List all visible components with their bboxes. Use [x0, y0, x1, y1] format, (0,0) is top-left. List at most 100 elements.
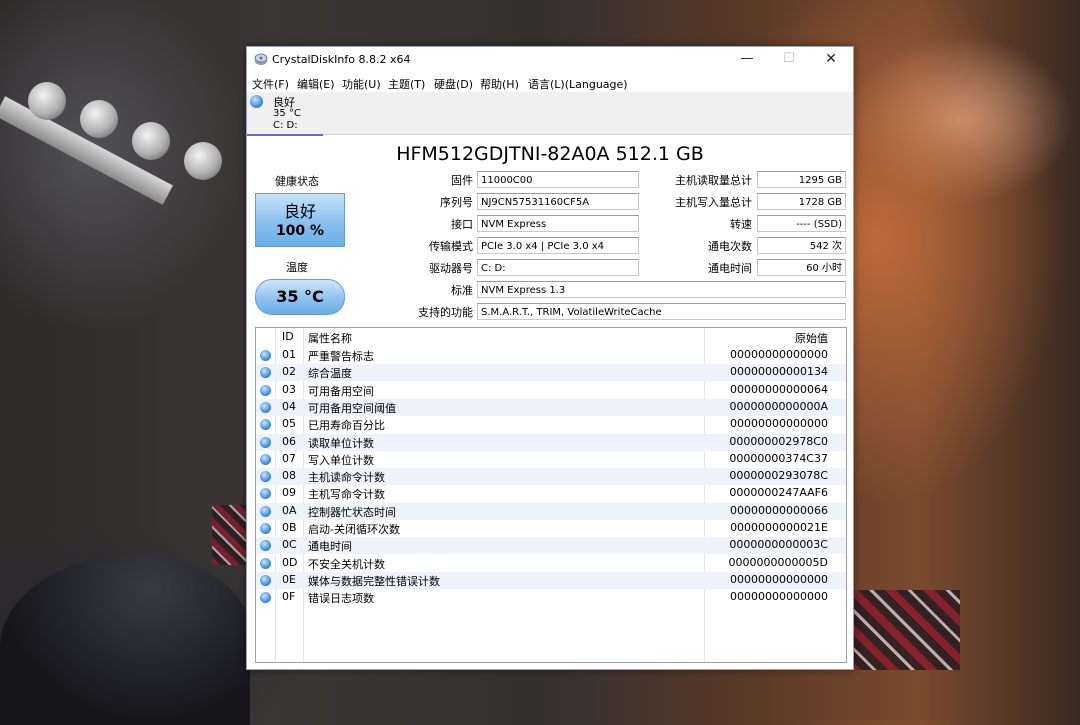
health-percent: 100 % [275, 223, 325, 239]
menu-theme[interactable]: 主题(T) [388, 76, 425, 92]
table-row[interactable]: 01 严重警告标志 00000000000000 [256, 347, 846, 364]
minimize-button[interactable]: — [725, 47, 769, 73]
attribute-raw-value: 000000002978C0 [729, 434, 828, 448]
attribute-raw-value: 00000000000000 [730, 417, 828, 431]
background-plaid [850, 590, 960, 670]
table-row[interactable]: 0C 通电时间 0000000000003C [256, 537, 846, 555]
health-status-icon [260, 453, 271, 465]
health-status-icon [260, 436, 271, 448]
column-header-id[interactable]: ID [282, 330, 294, 343]
app-window: CrystalDiskInfo 8.8.2 x64 — ☐ ✕ 文件(F) 编辑… [246, 46, 854, 670]
window-title: CrystalDiskInfo 8.8.2 x64 [272, 53, 411, 66]
disk-tab-strip: 良好 35 °C C: D: [247, 92, 853, 136]
table-row[interactable]: 03 可用备用空间 00000000000064 [256, 382, 846, 399]
column-header-name[interactable]: 属性名称 [308, 330, 352, 346]
interface-label: 接口 [451, 218, 473, 231]
drive-letter-value: C: D: [477, 259, 639, 276]
attribute-name: 通电时间 [308, 540, 352, 554]
background-knob [132, 122, 170, 160]
table-row[interactable]: 02 综合温度 00000000000134 [256, 364, 846, 382]
menu-disk[interactable]: 硬盘(D) [434, 76, 473, 92]
attribute-raw-value: 00000000000000 [730, 590, 828, 604]
background-knob [28, 82, 66, 120]
attribute-id: 0D [282, 555, 298, 569]
health-status-button[interactable]: 良好 100 % [255, 193, 345, 247]
attribute-id: 01 [282, 348, 296, 361]
table-row[interactable]: 05 已用寿命百分比 00000000000000 [256, 416, 846, 433]
health-label: 健康状态 [275, 175, 319, 188]
table-row[interactable]: 04 可用备用空间阈值 0000000000000A [256, 398, 846, 416]
attribute-id: 03 [282, 382, 296, 396]
rotation-label: 转速 [730, 218, 752, 231]
table-row[interactable]: 09 主机写命令计数 0000000247AAF6 [256, 485, 846, 502]
features-label: 支持的功能 [418, 306, 473, 319]
table-row[interactable]: 0E 媒体与数据完整性错误计数 00000000000000 [256, 571, 846, 589]
smart-attribute-table[interactable]: ID 属性名称 原始值 01 严重警告标志 00000000000000 02 综合温度… [255, 327, 847, 663]
attribute-name: 主机读命令计数 [308, 471, 385, 485]
attribute-name: 主机写命令计数 [308, 488, 385, 502]
power-on-hours-label: 通电时间 [708, 262, 752, 275]
attribute-name: 控制器忙状态时间 [308, 505, 396, 519]
health-status-icon [260, 350, 271, 361]
table-row[interactable]: 06 读取单位计数 000000002978C0 [256, 433, 846, 451]
attribute-name: 写入单位计数 [308, 453, 374, 467]
app-disk-icon [254, 53, 268, 65]
table-row[interactable]: 0B 启动-关闭循环次数 0000000000021E [256, 520, 846, 537]
host-writes-value: 1728 GB [757, 193, 846, 210]
background-knob [184, 142, 222, 180]
health-status-icon [260, 523, 271, 534]
attribute-raw-value: 00000000374C37 [729, 451, 828, 465]
health-status-icon [260, 419, 271, 431]
attribute-raw-value: 00000000000000 [730, 572, 828, 586]
host-writes-label: 主机写入量总计 [675, 196, 752, 209]
standard-label: 标准 [451, 284, 473, 297]
power-on-count-value: 542 次 [757, 237, 846, 254]
menu-function[interactable]: 功能(U) [342, 76, 381, 92]
table-row[interactable]: 07 写入单位计数 00000000374C37 [256, 451, 846, 468]
attribute-name: 综合温度 [308, 367, 352, 381]
features-value: S.M.A.R.T., TRIM, VolatileWriteCache [477, 303, 846, 320]
health-status-icon [260, 367, 271, 379]
power-on-count-label: 通电次数 [708, 240, 752, 253]
attribute-id: 0E [282, 572, 296, 586]
menu-file[interactable]: 文件(F) [252, 76, 289, 92]
attribute-raw-value: 0000000247AAF6 [729, 486, 828, 500]
title-bar[interactable]: CrystalDiskInfo 8.8.2 x64 — ☐ ✕ [247, 47, 853, 73]
attribute-id: 0B [282, 521, 297, 534]
standard-value: NVM Express 1.3 [477, 281, 846, 298]
attribute-raw-value: 0000000000003C [729, 538, 828, 552]
health-status-icon [260, 505, 271, 517]
attribute-id: 06 [282, 434, 296, 448]
firmware-label: 固件 [451, 174, 473, 187]
menu-language[interactable]: 语言(L)(Language) [528, 76, 628, 92]
serial-label: 序列号 [440, 196, 473, 209]
menu-help[interactable]: 帮助(H) [480, 76, 519, 92]
rotation-value: ---- (SSD) [757, 215, 846, 232]
health-status-icon [260, 488, 271, 500]
health-status-icon [260, 540, 271, 552]
disk-tab[interactable]: 良好 35 °C C: D: [247, 92, 323, 136]
firmware-value: 11000C00 [477, 171, 639, 188]
attribute-id: 0C [282, 538, 297, 552]
attribute-name: 不安全关机计数 [308, 557, 385, 571]
transfer-mode-label: 传输模式 [429, 240, 473, 253]
attribute-id: 07 [282, 451, 296, 465]
background-knob [80, 100, 118, 138]
table-row[interactable]: 0A 控制器忙状态时间 00000000000066 [256, 502, 846, 520]
table-row[interactable]: 0D 不安全关机计数 0000000000005D [256, 555, 846, 572]
attribute-name: 已用寿命百分比 [308, 419, 385, 433]
attribute-raw-value: 0000000000000A [729, 399, 828, 413]
menu-bar: 文件(F) 编辑(E) 功能(U) 主题(T) 硬盘(D) 帮助(H) 语言(L… [247, 73, 853, 93]
column-header-raw[interactable]: 原始值 [706, 330, 828, 346]
health-status-icon [260, 471, 271, 483]
table-row[interactable]: 08 主机读命令计数 0000000293078C [256, 468, 846, 486]
table-row[interactable]: 0F 错误日志项数 00000000000000 [256, 589, 846, 606]
interface-value: NVM Express [477, 215, 639, 232]
menu-edit[interactable]: 编辑(E) [297, 76, 335, 92]
maximize-button[interactable]: ☐ [767, 47, 811, 73]
temperature-button[interactable]: 35 °C [255, 279, 345, 315]
close-button[interactable]: ✕ [809, 47, 853, 73]
attribute-raw-value: 0000000293078C [729, 469, 828, 483]
health-status-icon [260, 574, 271, 586]
attribute-name: 严重警告标志 [308, 350, 374, 363]
